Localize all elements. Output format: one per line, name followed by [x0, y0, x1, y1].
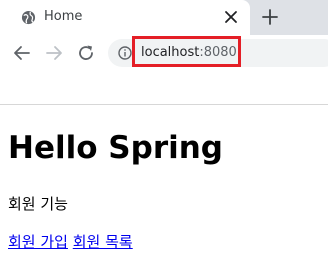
browser-window: Home localhost:8080 Hello Spring 회원 기능 회…	[0, 0, 328, 267]
page-content: Hello Spring 회원 기능 회원 가입 회원 목록	[0, 105, 328, 267]
reload-button[interactable]	[77, 44, 95, 62]
back-button[interactable]	[13, 44, 31, 62]
close-icon[interactable]	[224, 10, 238, 24]
info-icon[interactable]	[118, 46, 132, 60]
link-member-list[interactable]: 회원 목록	[73, 233, 133, 251]
globe-icon	[21, 10, 36, 25]
new-tab-button[interactable]	[262, 9, 278, 25]
forward-button[interactable]	[45, 44, 63, 62]
tab-home[interactable]: Home	[0, 0, 250, 35]
url-highlight-box	[132, 36, 241, 67]
page-subtitle: 회원 기능	[8, 195, 68, 213]
tab-strip: Home	[0, 0, 328, 35]
link-member-join[interactable]: 회원 가입	[8, 233, 68, 251]
page-title: Hello Spring	[8, 130, 224, 166]
link-list: 회원 가입 회원 목록	[8, 231, 133, 252]
tab-title: Home	[44, 9, 83, 24]
